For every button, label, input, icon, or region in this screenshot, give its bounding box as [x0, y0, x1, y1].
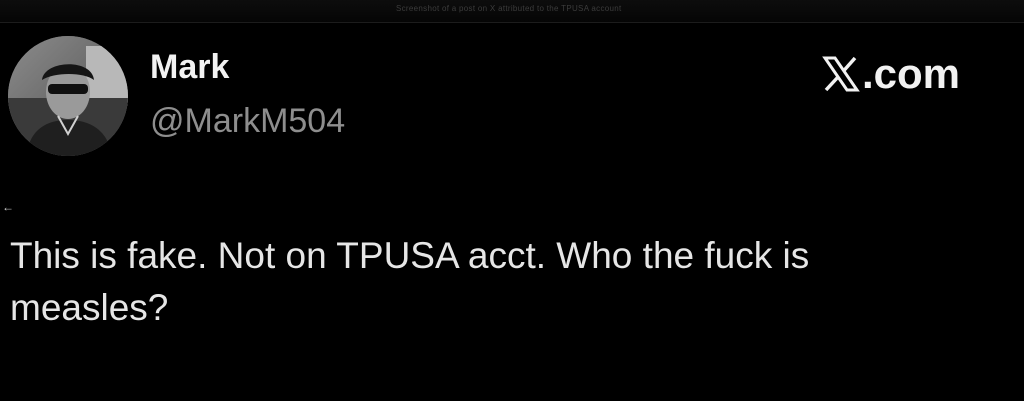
tweet-card: Screenshot of a post on X attributed to …	[0, 0, 1024, 401]
top-caption: Screenshot of a post on X attributed to …	[396, 4, 622, 13]
display-name[interactable]: Mark	[150, 50, 229, 84]
x-brand[interactable]: .com	[822, 52, 960, 96]
profile-photo-icon	[8, 36, 128, 156]
brand-domain-label: .com	[862, 50, 961, 97]
user-handle[interactable]: @MarkM504	[150, 104, 345, 138]
browser-top-strip: Screenshot of a post on X attributed to …	[0, 0, 1024, 23]
avatar[interactable]	[8, 36, 128, 156]
back-arrow-icon[interactable]: ←	[2, 201, 14, 213]
post-text: This is fake. Not on TPUSA acct. Who the…	[10, 235, 810, 328]
x-logo-icon	[822, 55, 860, 93]
